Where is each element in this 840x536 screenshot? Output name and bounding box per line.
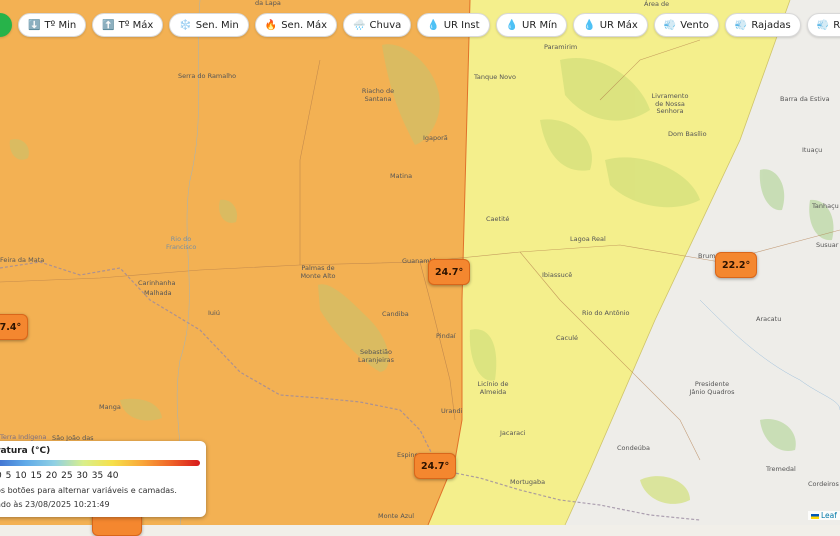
legend-hint: os botões para alternar variáveis e cama…: [0, 486, 177, 495]
variable-icon: 💧: [583, 19, 596, 31]
variable-button-label: Sen. Min: [195, 19, 239, 31]
place-label: Barra da Estiva: [780, 95, 830, 103]
variable-button-label: UR Máx: [599, 19, 638, 31]
temperature-marker[interactable]: 24.7°: [428, 259, 471, 285]
variable-button-label: Chuva: [369, 19, 402, 31]
variable-icon: ❄️: [179, 19, 192, 31]
place-label: Manga: [99, 403, 121, 411]
legend-ticks: 0 5 10 15 20 25 30 35 40: [0, 471, 119, 481]
place-label: Aracatu: [756, 315, 782, 323]
variable-button-ur-inst[interactable]: 💧 UR Inst: [417, 13, 490, 37]
variable-icon: 💨: [816, 19, 830, 31]
temperature-marker[interactable]: 22.2°: [715, 252, 758, 278]
variable-icon: 💨: [663, 19, 677, 31]
place-label: Igaporã: [423, 134, 448, 142]
status-toggle-button[interactable]: [0, 13, 12, 37]
map-attribution[interactable]: Leaf: [808, 511, 840, 520]
variable-icon: 🌧️: [353, 19, 366, 31]
place-label: Caetité: [486, 215, 510, 223]
variable-button-sen-min[interactable]: ❄️ Sen. Min: [169, 13, 249, 37]
place-label: Jacaraci: [500, 429, 526, 437]
place-label: Lagoa Real: [570, 235, 606, 243]
place-label: Carinhanha: [138, 279, 176, 287]
place-label: Matina: [390, 172, 413, 180]
variable-icon: 💧: [427, 19, 440, 31]
place-label: Ibiassucê: [542, 271, 573, 279]
place-label: Tanhaçu: [812, 202, 839, 210]
place-label: Pindaí: [436, 332, 456, 340]
place-label: Candiba: [382, 310, 409, 318]
place-label: Monte Azul: [378, 512, 415, 520]
variable-button-label: Tº Min: [44, 19, 77, 31]
place-label: Área de: [644, 0, 670, 8]
variable-icon: 🔥: [264, 19, 278, 31]
place-label: Rio do Antônio: [582, 309, 630, 317]
place-label: Rio do Francisco: [166, 235, 197, 251]
variable-icon: ⬇️: [28, 19, 41, 31]
place-label: Feira da Mata: [0, 256, 45, 264]
place-label: Ituaçu: [802, 146, 823, 154]
variable-icon: ⬆️: [102, 19, 115, 31]
temperature-legend: ratura (°C) 0 5 10 15 20 25 30 35 40 os …: [0, 441, 206, 517]
variable-button-chuva[interactable]: 🌧️ Chuva: [343, 13, 412, 37]
variable-button-label: Rajadas: [751, 19, 791, 31]
place-label: Condeúba: [617, 444, 650, 452]
place-label: Cordeiros: [808, 480, 839, 488]
variable-button-label: UR Inst: [443, 19, 480, 31]
place-label: Urandi: [441, 407, 463, 415]
variable-button-vento[interactable]: 💨 Vento: [653, 13, 719, 37]
variable-button-label: Tº Máx: [118, 19, 154, 31]
variable-button-label: Vento: [680, 19, 709, 31]
variable-button-t-min[interactable]: ⬇️ Tº Min: [18, 13, 87, 37]
place-label: Riacho de Santana: [361, 87, 395, 103]
place-label: Livramento de Nossa Senhora: [651, 92, 689, 115]
place-label: Caculé: [556, 334, 579, 342]
variable-button-t-m-x[interactable]: ⬆️ Tº Máx: [92, 13, 164, 37]
place-label: Tanque Novo: [474, 73, 516, 81]
legend-color-scale: [0, 460, 200, 466]
place-label: Tremedal: [766, 465, 796, 473]
variable-button-label: Rajadas Max: [833, 19, 840, 31]
temperature-marker[interactable]: 24.7°: [414, 453, 457, 479]
variable-button-label: UR Mín: [522, 19, 558, 31]
place-label: Serra do Ramalho: [178, 72, 237, 80]
place-label: Paramirim: [544, 43, 578, 51]
variable-button-ur-m-n[interactable]: 💧 UR Mín: [495, 13, 568, 37]
place-label: Iuiú: [208, 309, 220, 317]
legend-title: ratura (°C): [0, 446, 51, 456]
variable-icon: 💧: [505, 19, 519, 31]
variable-icon: 💨: [734, 19, 748, 31]
variable-button-sen-m-x[interactable]: 🔥 Sen. Máx: [254, 13, 338, 37]
variable-button-rajadas[interactable]: 💨 Rajadas: [724, 13, 801, 37]
place-label: Dom Basílio: [668, 130, 707, 138]
place-label: da Lapa: [255, 0, 281, 7]
place-label: Presidente Jânio Quadros: [689, 380, 735, 396]
place-label: Mortugaba: [510, 478, 546, 486]
ukraine-flag-icon: [811, 513, 819, 519]
temperature-marker[interactable]: 27.4°: [0, 314, 29, 340]
attribution-link[interactable]: Leaf: [821, 511, 837, 520]
place-label: Sebastião Laranjeiras: [357, 348, 395, 364]
place-label: Palmas de Monte Alto: [300, 264, 336, 280]
place-label: Susuar: [816, 241, 839, 249]
variable-button-rajadas-max[interactable]: 💨Rajadas Max: [806, 13, 840, 37]
variable-button-ur-m-x[interactable]: 💧 UR Máx: [573, 13, 648, 37]
variable-button-label: Sen. Máx: [281, 19, 328, 31]
legend-updated-time: ado às 23/08/2025 10:21:49: [0, 500, 110, 509]
place-label: Malhada: [144, 289, 172, 297]
place-label: Licínio de Almeida: [477, 380, 509, 396]
variable-toolbar: ⬇️ Tº Min ⬆️ Tº Máx ❄️ Sen. Min 🔥 Sen. Máx 🌧️ Chu…: [0, 10, 840, 40]
